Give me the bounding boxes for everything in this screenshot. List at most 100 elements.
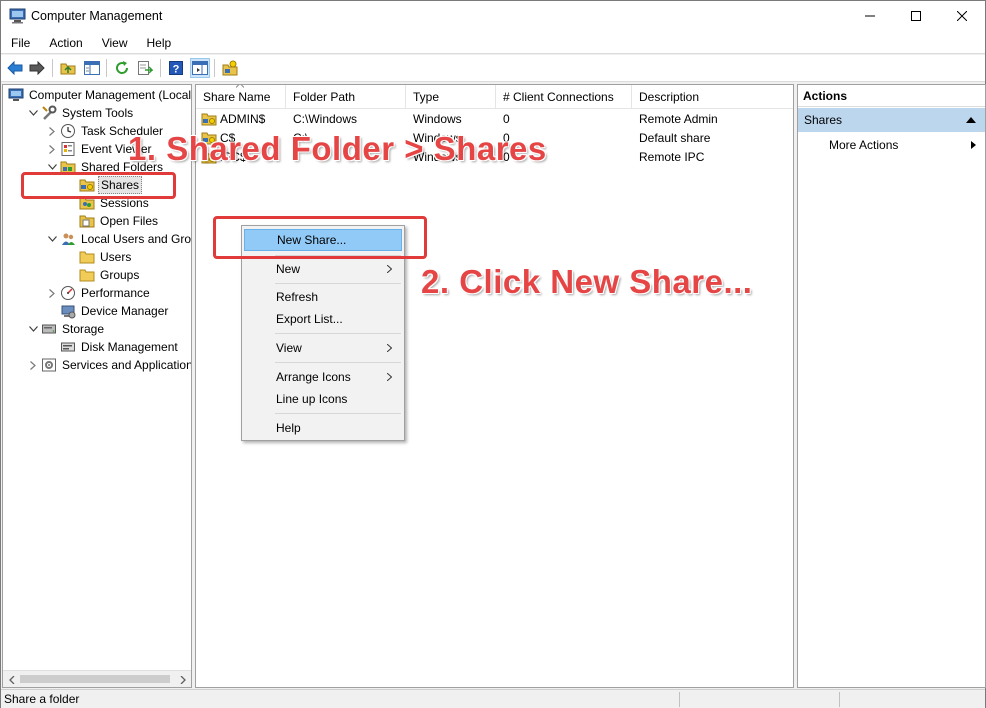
tree-item-label: Computer Management (Local bbox=[29, 88, 192, 102]
forward-arrow-icon bbox=[29, 61, 45, 75]
table-row[interactable]: ADMIN$ C:\Windows Windows 0 Remote Admin bbox=[196, 110, 793, 129]
performance-icon bbox=[60, 285, 76, 301]
ctx-arrange-icons[interactable]: Arrange Icons bbox=[244, 366, 402, 388]
ctx-line-up-icons[interactable]: Line up Icons bbox=[244, 388, 402, 410]
folder-icon bbox=[79, 249, 95, 265]
chevron-right-icon[interactable] bbox=[27, 356, 39, 374]
actions-section-shares[interactable]: Shares bbox=[798, 108, 985, 132]
tree-item-label: Groups bbox=[100, 268, 140, 282]
show-hide-action-pane-button[interactable] bbox=[190, 58, 210, 78]
back-button[interactable] bbox=[5, 58, 25, 78]
chevron-down-icon[interactable] bbox=[46, 230, 58, 248]
column-description[interactable]: Description bbox=[632, 85, 793, 109]
window-title: Computer Management bbox=[31, 9, 163, 23]
event-viewer-icon bbox=[60, 141, 76, 157]
scroll-left-icon[interactable] bbox=[3, 671, 20, 687]
cell-name: ADMIN$ bbox=[220, 112, 266, 126]
cell-type: Windows bbox=[413, 112, 462, 126]
minimize-button[interactable] bbox=[847, 1, 893, 31]
scrollbar-thumb[interactable] bbox=[20, 675, 170, 683]
share-row-icon bbox=[201, 111, 217, 130]
submenu-arrow-icon bbox=[387, 373, 392, 381]
submenu-arrow-icon bbox=[971, 141, 976, 149]
tree-item-label: Disk Management bbox=[81, 340, 178, 354]
ctx-help[interactable]: Help bbox=[244, 417, 402, 439]
maximize-button[interactable] bbox=[893, 1, 939, 31]
tree-item-device-manager[interactable]: Device Manager bbox=[46, 302, 170, 320]
tree-item-performance[interactable]: Performance bbox=[46, 284, 152, 302]
column-type[interactable]: Type bbox=[406, 85, 496, 109]
shares-highlight-box bbox=[21, 172, 176, 199]
tree-item-label: Performance bbox=[81, 286, 150, 300]
step1-callout: 1. Shared Folder > Shares bbox=[128, 130, 547, 167]
refresh-button[interactable] bbox=[112, 58, 132, 78]
ctx-refresh[interactable]: Refresh bbox=[244, 286, 402, 308]
export-list-button[interactable] bbox=[135, 58, 155, 78]
forward-button[interactable] bbox=[27, 58, 47, 78]
submenu-arrow-icon bbox=[387, 265, 392, 273]
tree-item-label: Device Manager bbox=[81, 304, 169, 318]
tools-icon bbox=[41, 105, 57, 121]
svg-text:?: ? bbox=[173, 64, 180, 76]
tree-item-computer-management-local[interactable]: Computer Management (Local bbox=[8, 86, 192, 104]
show-hide-tree-button[interactable] bbox=[82, 58, 102, 78]
refresh-icon bbox=[116, 61, 129, 74]
tree-item-open-files[interactable]: Open Files bbox=[65, 212, 160, 230]
computer-management-window: Computer Management File Action View Hel… bbox=[0, 0, 986, 708]
more-actions-item[interactable]: More Actions bbox=[798, 135, 985, 155]
list-header: Share Name Folder Path Type # Client Con… bbox=[196, 85, 793, 109]
submenu-arrow-icon bbox=[387, 344, 392, 352]
tree-horizontal-scrollbar[interactable] bbox=[3, 670, 191, 687]
scroll-right-icon[interactable] bbox=[174, 671, 191, 687]
new-share-toolbar-button[interactable] bbox=[220, 58, 240, 78]
toolbar: ? bbox=[1, 55, 985, 82]
actions-pane: Actions Shares More Actions bbox=[797, 84, 986, 688]
help-button[interactable]: ? bbox=[166, 58, 186, 78]
cell-connections: 0 bbox=[503, 112, 510, 126]
cell-path: C:\Windows bbox=[293, 112, 358, 126]
chevron-right-icon[interactable] bbox=[46, 284, 58, 302]
minimize-icon bbox=[865, 15, 875, 17]
open-files-icon bbox=[79, 213, 95, 229]
tree-item-label: Services and Applications bbox=[62, 358, 192, 372]
folder-icon bbox=[79, 267, 95, 283]
tree-item-label: Users bbox=[100, 250, 132, 264]
chevron-down-icon[interactable] bbox=[27, 320, 39, 338]
column-folder-path[interactable]: Folder Path bbox=[286, 85, 406, 109]
close-button[interactable] bbox=[939, 1, 985, 31]
tree-item-disk-management[interactable]: Disk Management bbox=[46, 338, 180, 356]
tree-item-users[interactable]: Users bbox=[65, 248, 133, 266]
menu-help[interactable]: Help bbox=[136, 32, 180, 54]
tree-item-storage[interactable]: Storage bbox=[27, 320, 106, 338]
chevron-right-icon[interactable] bbox=[46, 140, 58, 158]
ctx-export-list[interactable]: Export List... bbox=[244, 308, 402, 330]
tree-item-groups[interactable]: Groups bbox=[65, 266, 141, 284]
tree-item-label: Storage bbox=[62, 322, 105, 336]
cell-description: Remote IPC bbox=[639, 150, 705, 164]
chevron-right-icon[interactable] bbox=[46, 122, 58, 140]
show-hide-tree-icon bbox=[84, 61, 100, 75]
tree-item-system-tools[interactable]: System Tools bbox=[27, 104, 135, 122]
column-share-name[interactable]: Share Name bbox=[196, 85, 286, 109]
column-client-connections[interactable]: # Client Connections bbox=[496, 85, 632, 109]
ctx-new[interactable]: New bbox=[244, 258, 402, 280]
tree-item-services-and-applications[interactable]: Services and Applications bbox=[27, 356, 192, 374]
computer-icon bbox=[8, 87, 24, 103]
computer-management-icon bbox=[9, 8, 26, 24]
status-text: Share a folder bbox=[4, 692, 80, 706]
tree-item-local-users-and-groups[interactable]: Local Users and Groups bbox=[46, 230, 191, 248]
menu-action[interactable]: Action bbox=[38, 32, 90, 54]
menu-view[interactable]: View bbox=[91, 32, 136, 54]
up-one-level-button[interactable] bbox=[58, 58, 78, 78]
maximize-icon bbox=[911, 11, 921, 21]
device-manager-icon bbox=[60, 303, 76, 319]
chevron-down-icon[interactable] bbox=[27, 104, 39, 122]
menu-bar: File Action View Help bbox=[1, 32, 985, 54]
menu-file[interactable]: File bbox=[1, 32, 38, 54]
ctx-view[interactable]: View bbox=[244, 337, 402, 359]
collapse-up-icon bbox=[966, 117, 976, 123]
new-share-icon bbox=[222, 60, 238, 76]
